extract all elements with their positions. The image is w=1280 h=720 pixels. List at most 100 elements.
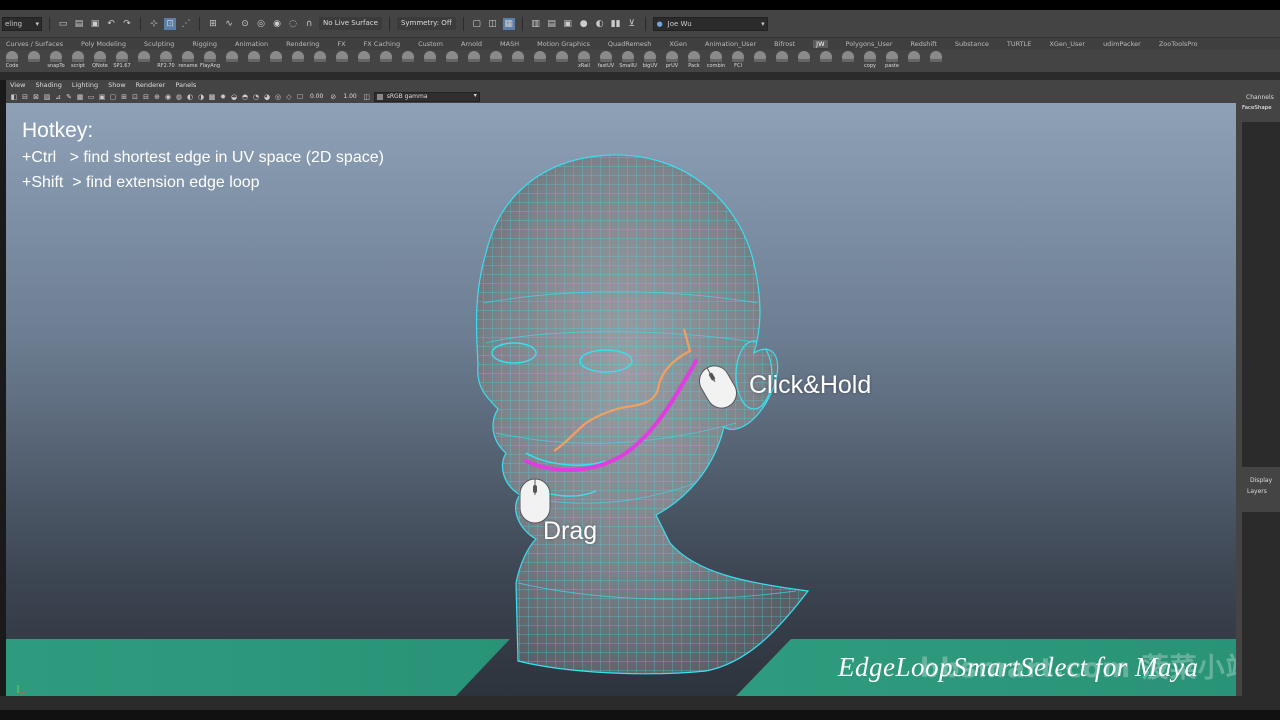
shelf-tab[interactable]: XGen [669,40,687,48]
shelf-button[interactable] [332,51,352,71]
shelf-tab[interactable]: Curves / Surfaces [6,40,63,48]
panel-menu-item[interactable]: Shading [35,81,61,89]
gamma-icon[interactable]: ⊘ [329,93,337,101]
shelf-button[interactable] [288,51,308,71]
render-frame-icon[interactable]: ▥ [530,18,542,30]
film-gate-icon[interactable]: ▭ [87,93,95,101]
image-plane-icon[interactable]: ▧ [43,93,51,101]
shelf-button[interactable] [464,51,484,71]
render-view-icon[interactable]: ▦ [502,17,515,30]
camera-lock-icon[interactable]: ⊟ [21,93,29,101]
smooth-shade-icon[interactable]: ◉ [164,93,172,101]
shelf-button[interactable]: paste [882,51,902,71]
shelf-tab[interactable]: Animation [235,40,268,48]
wireframe-icon[interactable]: ⊕ [153,93,161,101]
default-material-icon[interactable]: ◑ [197,93,205,101]
shelf-button[interactable] [354,51,374,71]
field-chart-icon[interactable]: ⊞ [120,93,128,101]
shelf-tab[interactable]: FX [337,40,345,48]
shelf-button[interactable]: SP1.67 [112,51,132,71]
xray-icon[interactable]: ◐ [186,93,194,101]
resolution-gate-icon[interactable]: ▣ [98,93,106,101]
shelf-button[interactable] [508,51,528,71]
select-hierarchy-icon[interactable]: ⊹ [148,18,160,30]
textured-icon[interactable]: ▩ [208,93,216,101]
arnold-render-icon[interactable]: ◐ [594,18,606,30]
shelf-tab[interactable]: MASH [500,40,519,48]
exposure-icon[interactable]: ☐ [296,93,304,101]
save-scene-icon[interactable]: ▣ [89,18,101,30]
panel-menu-item[interactable]: Panels [175,81,196,89]
shelf-button[interactable] [486,51,506,71]
shelf-button[interactable] [816,51,836,71]
shelf-tab[interactable]: JW [813,40,828,48]
shelf-tab[interactable]: Sculpting [144,40,174,48]
viewport-persp[interactable]: Hotkey: +Ctrl > find shortest edge in UV… [6,103,1236,696]
shelf-tab[interactable]: XGen_User [1049,40,1085,48]
view-transform-icon[interactable]: ◫ [363,93,371,101]
snap-view-icon[interactable]: ◎ [255,18,267,30]
shelf-button[interactable]: Code [2,51,22,71]
shelf-tab[interactable]: FX Caching [364,40,401,48]
shelf-button[interactable] [552,51,572,71]
exposure-value[interactable]: 0.00 [307,93,326,100]
user-account-dropdown[interactable]: Joe Wu [652,16,768,31]
shelf-button[interactable]: FCI [728,51,748,71]
isolate-select-icon[interactable]: ◕ [263,93,271,101]
selected-object-name[interactable]: FaceShape [1242,105,1272,111]
ipr-icon[interactable]: ● [578,18,590,30]
shelf-button[interactable] [398,51,418,71]
shelf-button[interactable]: copy [860,51,880,71]
shelf-button[interactable]: QNote [90,51,110,71]
snap-curve-icon[interactable]: ∿ [223,18,235,30]
panel-menu-item[interactable]: Lighting [72,81,98,89]
grid-icon[interactable]: ▦ [76,93,84,101]
shelf-button[interactable] [266,51,286,71]
shelf-button[interactable]: Pack [684,51,704,71]
2d-pan-icon[interactable]: ⊿ [54,93,62,101]
grease-pencil-icon[interactable]: ✎ [65,93,73,101]
motion-blur-icon[interactable]: ◔ [252,93,260,101]
shelf-button[interactable]: FlayAng [200,51,220,71]
shelf-button[interactable] [24,51,44,71]
shelf-tab[interactable]: Redshift [911,40,937,48]
shelf-button[interactable]: fastUV [596,51,616,71]
panel-menu-item[interactable]: Renderer [136,81,166,89]
shelf-button[interactable] [838,51,858,71]
shelf-tab[interactable]: Bifrost [774,40,795,48]
select-component-icon[interactable]: ⋰ [180,18,192,30]
shelf-button[interactable] [530,51,550,71]
shadows-icon[interactable]: ◒ [230,93,238,101]
safe-title-icon[interactable]: ⊟ [142,93,150,101]
xray-active-icon[interactable]: ◇ [285,93,293,101]
shelf-button[interactable] [926,51,946,71]
shelf-tab[interactable]: Animation_User [705,40,756,48]
color-space-dropdown[interactable]: sRGB gamma [373,91,480,102]
snap-point-icon[interactable]: ⊙ [239,18,251,30]
gate-mask-icon[interactable]: ▢ [109,93,117,101]
shelf-button[interactable]: prUV [662,51,682,71]
layer-editor[interactable] [1242,512,1280,696]
shelf-button[interactable]: RF2.70 [156,51,176,71]
symmetry-dropdown[interactable]: Symmetry: Off [396,17,456,30]
shelf-tab[interactable]: Custom [418,40,443,48]
shelf-button[interactable] [904,51,924,71]
shelf-button[interactable] [420,51,440,71]
shelf-tab[interactable]: Rendering [286,40,319,48]
hypershade-icon[interactable]: ▣ [562,18,574,30]
live-surface-field[interactable]: No Live Surface [319,17,382,30]
safe-action-icon[interactable]: ⊡ [131,93,139,101]
shelf-tab[interactable]: udimPacker [1103,40,1141,48]
shelf-button[interactable] [794,51,814,71]
new-scene-icon[interactable]: ▭ [57,18,69,30]
select-object-icon[interactable]: ⊡ [164,17,176,30]
shelf-button[interactable] [310,51,330,71]
shelf-tab[interactable]: Arnold [461,40,482,48]
shelf-button[interactable]: bigUV [640,51,660,71]
shelf-tab[interactable]: ZooToolsPro [1159,40,1198,48]
shelf-button[interactable]: zRail [574,51,594,71]
shelf-tab[interactable]: TURTLE [1007,40,1031,48]
ambient-occlusion-icon[interactable]: ◓ [241,93,249,101]
shelf-button[interactable]: snapTo [46,51,66,71]
shelf-tab[interactable]: Rigging [192,40,217,48]
